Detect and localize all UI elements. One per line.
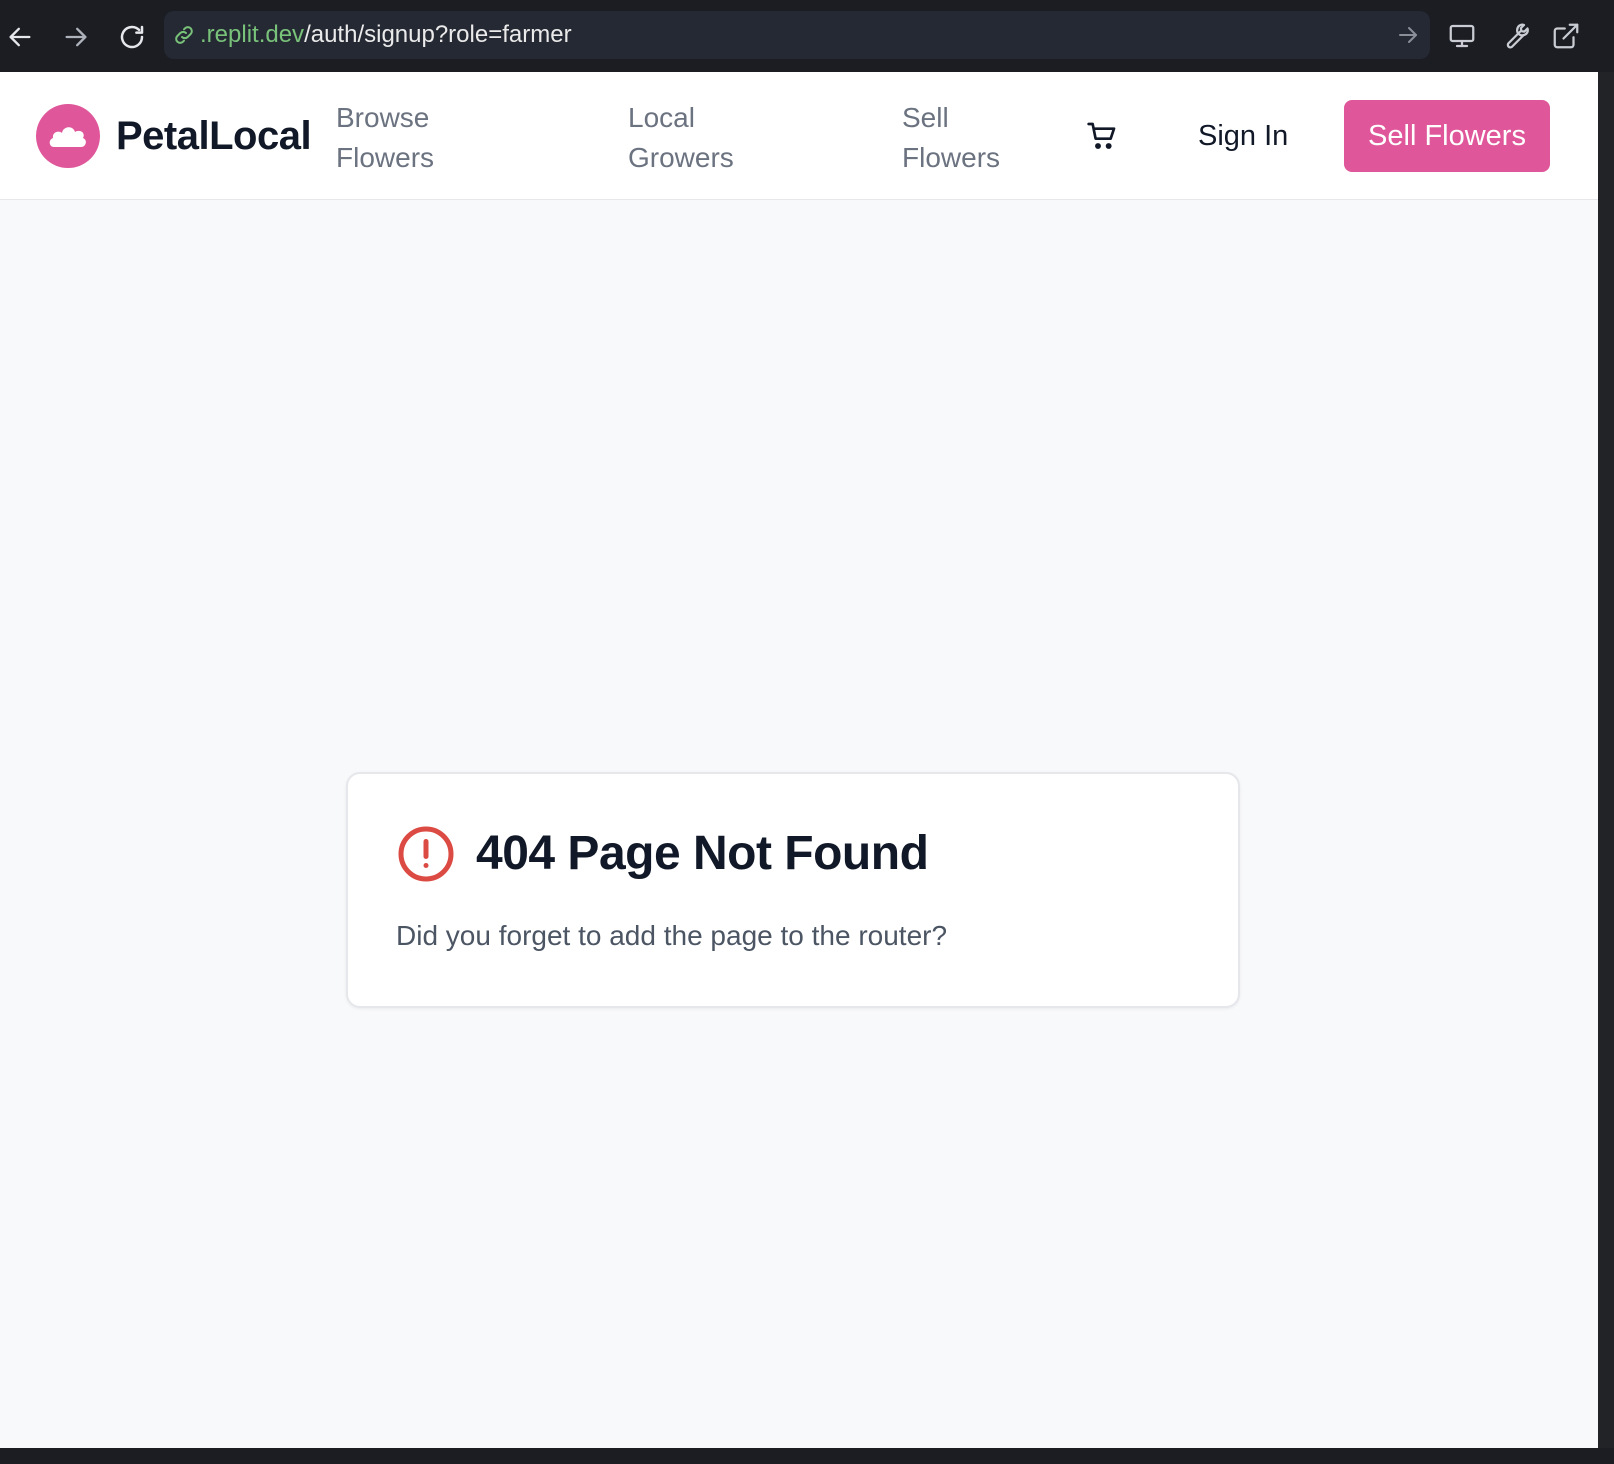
reload-button[interactable]	[112, 17, 152, 57]
url-path: /auth/signup?role=farmer	[304, 21, 572, 48]
page-title: 404 Page Not Found	[476, 827, 929, 880]
devtools-button[interactable]	[1496, 18, 1532, 54]
nav-link-label-line2: Growers	[628, 142, 734, 173]
shopping-cart-icon	[1087, 122, 1116, 149]
reload-icon	[120, 25, 144, 49]
link-icon	[175, 26, 193, 44]
alert-circle-icon	[398, 826, 454, 882]
arrow-left-icon	[9, 27, 31, 47]
browser-toolbar: .replit.dev/auth/signup?role=farmer	[0, 0, 1614, 72]
site-header: PetalLocal Browse Flowers Local Growers …	[0, 72, 1598, 200]
external-link-icon	[1553, 23, 1579, 49]
device-preview-button[interactable]	[1444, 18, 1480, 54]
back-button[interactable]	[0, 17, 40, 57]
forward-button[interactable]	[56, 17, 96, 57]
nav-sell-flowers[interactable]: Sell Flowers	[902, 98, 1000, 178]
sign-in-link[interactable]: Sign In	[1198, 116, 1288, 156]
url-host: .replit.dev	[200, 21, 305, 48]
arrow-right-icon	[65, 27, 87, 47]
url-text: .replit.dev/auth/signup?role=farmer	[200, 21, 572, 49]
cart-button[interactable]	[1082, 116, 1122, 156]
nav-link-label-line1: Browse	[336, 102, 430, 133]
error-message: Did you forget to add the page to the ro…	[396, 920, 948, 951]
brand-name[interactable]: PetalLocal	[116, 112, 312, 160]
arrow-right-icon[interactable]	[1396, 23, 1420, 47]
sell-flowers-button[interactable]: Sell Flowers	[1344, 100, 1550, 172]
window-bottom-edge	[0, 1448, 1614, 1464]
nav-local-growers[interactable]: Local Growers	[628, 98, 734, 178]
nav-link-label-line1: Local	[628, 102, 695, 133]
brand-logo[interactable]	[36, 104, 100, 168]
nav-link-label-line1: Sell	[902, 102, 949, 133]
window-edge	[1598, 72, 1614, 1464]
nav-link-label-line2: Flowers	[336, 142, 435, 173]
page-viewport: PetalLocal Browse Flowers Local Growers …	[0, 72, 1598, 1448]
address-bar[interactable]: .replit.dev/auth/signup?role=farmer	[164, 11, 1430, 59]
nav-link-label-line2: Flowers	[902, 142, 1001, 173]
not-found-card: 404 Page Not Found Did you forget to add…	[346, 772, 1240, 1008]
nav-browse-flowers[interactable]: Browse Flowers	[336, 98, 434, 178]
flower-logo-icon	[49, 127, 86, 147]
open-in-new-tab-button[interactable]	[1548, 18, 1584, 54]
wrench-icon	[1506, 23, 1529, 49]
monitor-icon	[1449, 24, 1475, 48]
